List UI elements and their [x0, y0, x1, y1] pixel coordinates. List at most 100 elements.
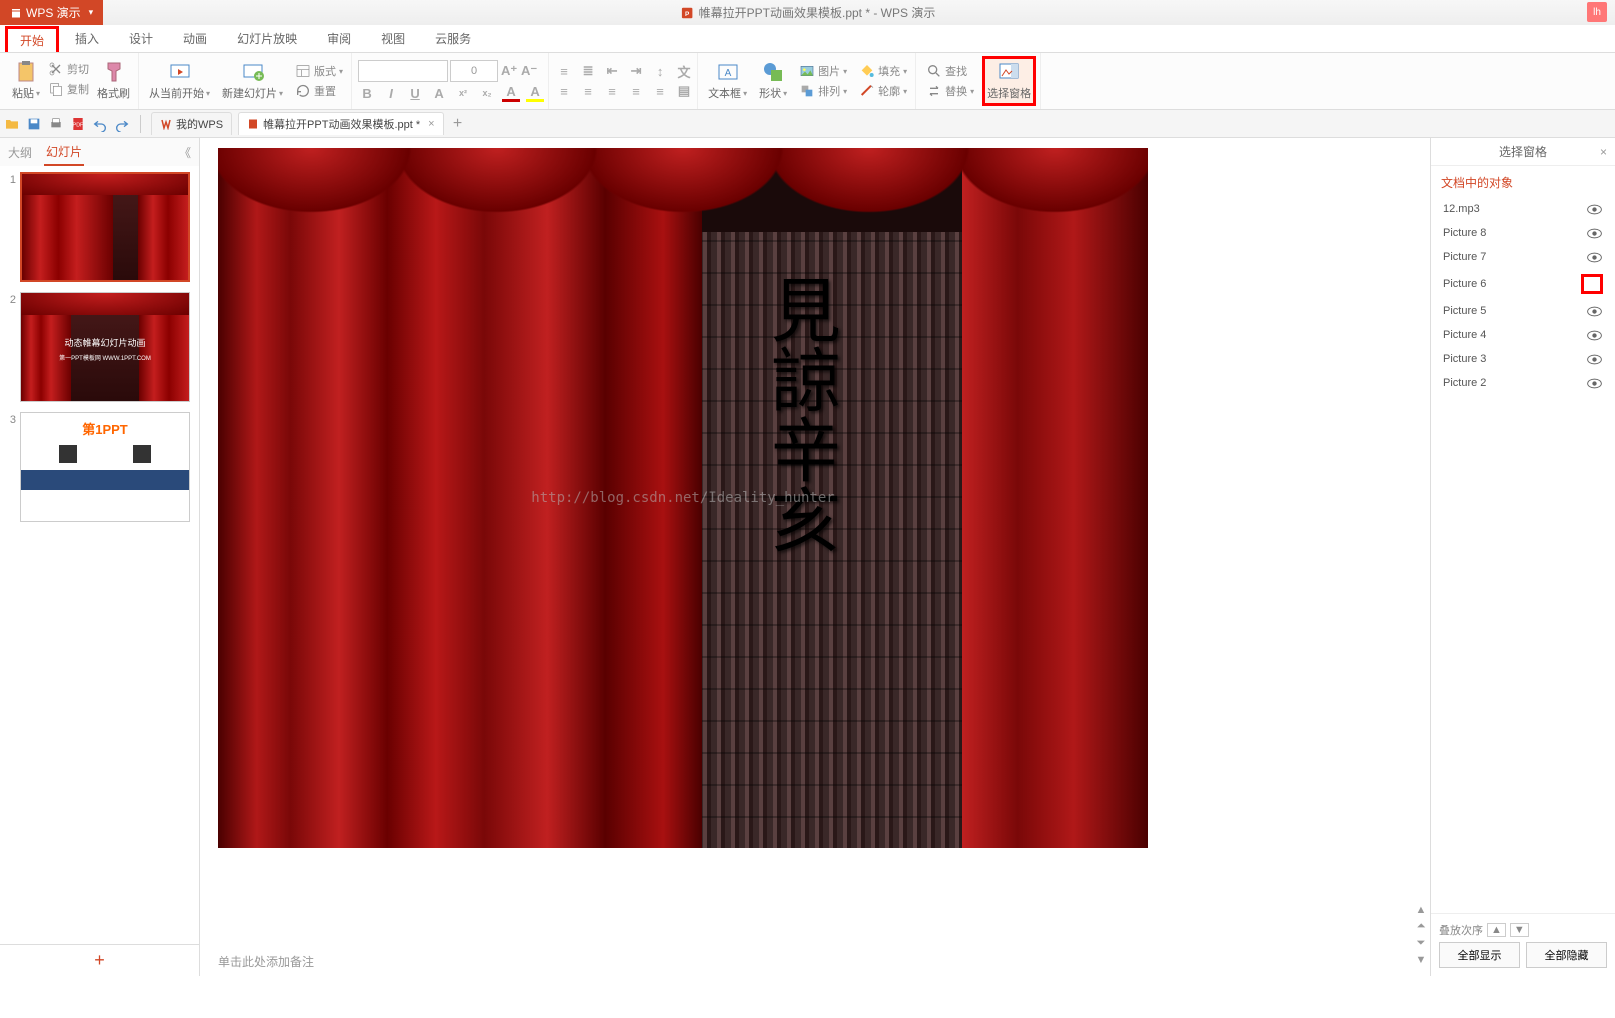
numbering-button[interactable]: ≣ [579, 62, 597, 80]
object-item[interactable]: Picture 4 [1439, 323, 1607, 347]
menu-cloud[interactable]: 云服务 [421, 26, 485, 51]
move-up-button[interactable]: ▲ [1487, 923, 1506, 937]
picture-button[interactable]: 图片▾ [795, 61, 851, 81]
textbox-button[interactable]: A文本框▾ [704, 59, 751, 103]
slide-thumbnail-1[interactable] [20, 172, 190, 282]
italic-button[interactable]: I [382, 84, 400, 102]
subscript-button[interactable]: x₂ [478, 84, 496, 102]
visibility-toggle[interactable] [1585, 376, 1603, 390]
font-family-select[interactable] [358, 60, 448, 82]
find-button[interactable]: 查找 [922, 61, 978, 81]
menu-design[interactable]: 设计 [115, 26, 167, 51]
visibility-toggle[interactable] [1585, 202, 1603, 216]
app-menu-button[interactable]: WPS 演示 ▾ [0, 0, 103, 25]
text-direction-button[interactable]: 文 [675, 62, 693, 80]
object-item[interactable]: Picture 8 [1439, 221, 1607, 245]
cut-button[interactable]: 剪切 [44, 59, 93, 79]
visibility-toggle[interactable] [1585, 352, 1603, 366]
fill-button[interactable]: 填充▾ [855, 61, 911, 81]
bullets-button[interactable]: ≡ [555, 62, 573, 80]
visibility-toggle[interactable] [1585, 250, 1603, 264]
format-painter-button[interactable]: 格式刷 [93, 59, 134, 103]
columns-button[interactable]: ▤ [675, 82, 693, 100]
user-badge[interactable]: lh [1587, 2, 1607, 22]
indent-right-button[interactable]: ⇥ [627, 62, 645, 80]
open-file-button[interactable] [4, 116, 20, 132]
visibility-toggle[interactable] [1581, 274, 1603, 294]
menu-insert[interactable]: 插入 [61, 26, 113, 51]
prev-slide-button[interactable]: ▲ [1416, 904, 1427, 916]
next-slide-button[interactable]: ▼ [1416, 954, 1427, 966]
replace-button[interactable]: 替换▾ [922, 81, 978, 101]
outline-button[interactable]: 轮廓▾ [855, 81, 911, 101]
copy-icon [48, 81, 64, 97]
select-pane-button[interactable]: 选择窗格 [982, 56, 1036, 106]
menu-view[interactable]: 视图 [367, 26, 419, 51]
align-right-button[interactable]: ≡ [603, 82, 621, 100]
tab-outline[interactable]: 大纲 [6, 140, 34, 165]
object-list[interactable]: 12.mp3Picture 8Picture 7Picture 6Picture… [1431, 195, 1615, 913]
visibility-toggle[interactable] [1585, 304, 1603, 318]
redo-button[interactable] [114, 116, 130, 132]
notes-placeholder[interactable]: 单击此处添加备注 [218, 953, 314, 970]
add-slide-button[interactable]: + [0, 944, 199, 976]
collapse-panel-button[interactable]: 《 [179, 144, 191, 161]
highlight-button[interactable]: A [526, 84, 544, 102]
menu-review[interactable]: 审阅 [313, 26, 365, 51]
slide-canvas[interactable]: 見諒辛亥 http://blog.csdn.net/Ideality_hunte… [218, 148, 1148, 848]
font-size-select[interactable]: 0 [450, 60, 498, 82]
align-left-button[interactable]: ≡ [555, 82, 573, 100]
indent-left-button[interactable]: ⇤ [603, 62, 621, 80]
font-color-button[interactable]: A [502, 84, 520, 102]
save-button[interactable] [26, 116, 42, 132]
undo-button[interactable] [92, 116, 108, 132]
menu-slideshow[interactable]: 幻灯片放映 [223, 26, 311, 51]
decrease-font-button[interactable]: A⁻ [520, 62, 538, 80]
line-spacing-button[interactable]: ↕ [651, 62, 669, 80]
prev-slide-dbl-button[interactable]: ⏶ [1417, 920, 1426, 933]
align-center-button[interactable]: ≡ [579, 82, 597, 100]
layout-button[interactable]: 版式▾ [291, 61, 347, 81]
close-pane-button[interactable]: × [1600, 145, 1607, 159]
new-tab-button[interactable]: + [450, 116, 466, 132]
object-item[interactable]: Picture 7 [1439, 245, 1607, 269]
underline-button[interactable]: U [406, 84, 424, 102]
export-pdf-button[interactable]: PDF [70, 116, 86, 132]
align-justify-button[interactable]: ≡ [627, 82, 645, 100]
superscript-button[interactable]: x² [454, 84, 472, 102]
move-down-button[interactable]: ▼ [1510, 923, 1529, 937]
increase-font-button[interactable]: A⁺ [500, 62, 518, 80]
new-slide-button[interactable]: 新建幻灯片▾ [218, 59, 287, 103]
tab-slides[interactable]: 幻灯片 [44, 139, 84, 166]
slide-number: 1 [4, 172, 16, 282]
visibility-toggle[interactable] [1585, 328, 1603, 342]
slide-thumbnail-3[interactable]: 第1PPT [20, 412, 190, 522]
print-button[interactable] [48, 116, 64, 132]
object-item[interactable]: Picture 6 [1439, 269, 1607, 299]
menu-animation[interactable]: 动画 [169, 26, 221, 51]
menu-start[interactable]: 开始 [5, 26, 59, 52]
close-tab-button[interactable]: × [428, 118, 434, 130]
from-current-button[interactable]: 从当前开始▾ [145, 59, 214, 103]
bold-button[interactable]: B [358, 84, 376, 102]
show-all-button[interactable]: 全部显示 [1439, 942, 1520, 968]
reset-button[interactable]: 重置 [291, 81, 347, 101]
slide-thumbnail-2[interactable]: 动态帷幕幻灯片动画第一PPT模板网 WWW.1PPT.COM [20, 292, 190, 402]
next-slide-dbl-button[interactable]: ⏷ [1417, 937, 1426, 950]
visibility-toggle[interactable] [1585, 226, 1603, 240]
thumbnail-list[interactable]: 1 2 动态帷幕幻灯片动画第一PPT模板网 WWW.1PPT.COM 3 第1P… [0, 166, 199, 944]
object-item[interactable]: 12.mp3 [1439, 197, 1607, 221]
copy-button[interactable]: 复制 [44, 79, 93, 99]
object-item[interactable]: Picture 5 [1439, 299, 1607, 323]
object-item[interactable]: Picture 2 [1439, 371, 1607, 395]
object-item[interactable]: Picture 3 [1439, 347, 1607, 371]
shadow-button[interactable]: A [430, 84, 448, 102]
hide-all-button[interactable]: 全部隐藏 [1526, 942, 1607, 968]
arrange-button[interactable]: 排列▾ [795, 81, 851, 101]
align-distribute-button[interactable]: ≡ [651, 82, 669, 100]
tab-current-file[interactable]: 帷幕拉开PPT动画效果模板.ppt *× [238, 112, 444, 135]
canvas-area[interactable]: 見諒辛亥 http://blog.csdn.net/Ideality_hunte… [200, 138, 1430, 976]
paste-button[interactable]: 粘贴▾ [8, 59, 44, 103]
tab-mywps[interactable]: 我的WPS [151, 112, 232, 135]
shape-button[interactable]: 形状▾ [755, 59, 791, 103]
